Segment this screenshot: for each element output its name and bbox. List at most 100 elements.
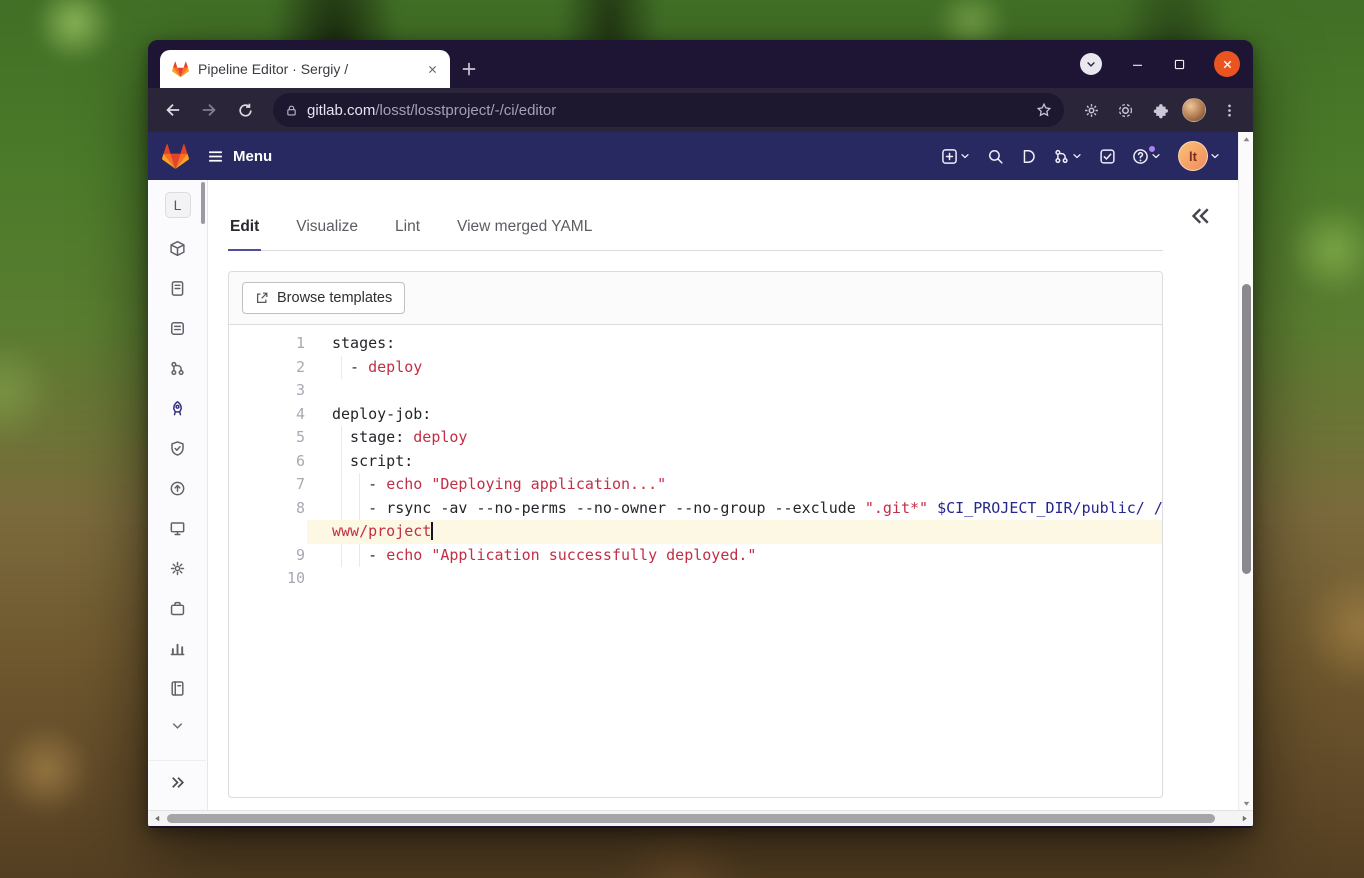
code-token: rsync -av --no-perms --no-owner --no-gro… bbox=[386, 499, 865, 517]
line-number[interactable]: 8 bbox=[229, 497, 307, 521]
line-number[interactable]: 9 bbox=[229, 544, 307, 568]
search-button[interactable] bbox=[984, 144, 1007, 169]
code-token: stages: bbox=[332, 334, 395, 352]
editor-card: Browse templates 1 stages: 2 - deploy34dep… bbox=[228, 271, 1163, 798]
browser-tabstrip: Pipeline Editor · Sergiy / bbox=[148, 40, 1253, 88]
scroll-right-icon[interactable] bbox=[1237, 811, 1251, 826]
chevron-down-icon bbox=[959, 150, 971, 162]
code-line-content[interactable]: - rsync -av --no-perms --no-owner --no-g… bbox=[307, 497, 1162, 521]
issues-button[interactable] bbox=[1017, 144, 1040, 169]
extension-gear-icon-2[interactable] bbox=[1110, 95, 1140, 125]
code-line-content[interactable]: - echo "Application successfully deploye… bbox=[307, 544, 1162, 568]
scroll-left-icon[interactable] bbox=[150, 811, 164, 826]
forward-icon[interactable] bbox=[193, 94, 225, 126]
sidebar-item-project-information[interactable] bbox=[148, 228, 207, 268]
question-icon bbox=[1132, 148, 1149, 165]
code-line-content[interactable]: deploy-job: bbox=[307, 403, 1162, 427]
extension-gear-icon-1[interactable] bbox=[1076, 95, 1106, 125]
indent-guide bbox=[341, 497, 342, 521]
issues-icon bbox=[169, 320, 186, 337]
sidebar-item-security-compliance[interactable] bbox=[148, 428, 207, 468]
scroll-up-icon[interactable] bbox=[1239, 132, 1253, 146]
tab-close-icon[interactable] bbox=[422, 59, 442, 79]
help-button[interactable] bbox=[1129, 144, 1165, 169]
line-number[interactable]: 6 bbox=[229, 450, 307, 474]
tab-visualize[interactable]: Visualize bbox=[294, 210, 360, 250]
sidebar-item-packages-registries[interactable] bbox=[148, 588, 207, 628]
page-horizontal-scrollbar[interactable] bbox=[148, 810, 1253, 826]
line-number[interactable]: 1 bbox=[229, 332, 307, 356]
bookmark-star-icon[interactable] bbox=[1036, 102, 1052, 118]
tab-search-icon[interactable] bbox=[1080, 53, 1102, 75]
sidebar-item-infrastructure[interactable] bbox=[148, 548, 207, 588]
todo-check-icon bbox=[1099, 148, 1116, 165]
code-row: 3 bbox=[229, 379, 1162, 403]
line-number[interactable]: 4 bbox=[229, 403, 307, 427]
sidebar-more-chevron-icon[interactable] bbox=[148, 708, 207, 742]
tab-view-merged-yaml[interactable]: View merged YAML bbox=[455, 210, 594, 250]
monitor-icon bbox=[169, 520, 186, 537]
hamburger-icon bbox=[207, 148, 224, 165]
horizontal-scrollbar-thumb[interactable] bbox=[167, 814, 1215, 823]
code-line-content[interactable]: script: bbox=[307, 450, 1162, 474]
code-line-content[interactable]: www/project bbox=[307, 520, 1162, 544]
right-rail bbox=[1163, 180, 1238, 810]
merge-requests-button[interactable] bbox=[1050, 144, 1086, 169]
line-number[interactable]: 3 bbox=[229, 379, 307, 403]
extensions-puzzle-icon[interactable] bbox=[1144, 95, 1174, 125]
user-menu-button[interactable]: lt bbox=[1175, 137, 1224, 175]
reload-icon[interactable] bbox=[229, 94, 261, 126]
browser-tab[interactable]: Pipeline Editor · Sergiy / bbox=[160, 50, 450, 88]
sidebar-scrollbar-thumb[interactable] bbox=[201, 182, 205, 224]
tab-lint[interactable]: Lint bbox=[393, 210, 422, 250]
sidebar-item-wiki[interactable] bbox=[148, 668, 207, 708]
code-token: echo "Deploying application..." bbox=[386, 475, 666, 493]
sidebar-item-issues[interactable] bbox=[148, 308, 207, 348]
todos-button[interactable] bbox=[1096, 144, 1119, 169]
code-line-content[interactable] bbox=[307, 567, 1162, 591]
back-icon[interactable] bbox=[157, 94, 189, 126]
line-number[interactable]: 10 bbox=[229, 567, 307, 591]
line-number[interactable]: 5 bbox=[229, 426, 307, 450]
yaml-editor[interactable]: 1 stages: 2 - deploy34deploy-job:5 stage: … bbox=[229, 325, 1162, 797]
desktop-wallpaper: Pipeline Editor · Sergiy / bbox=[0, 0, 1364, 878]
code-row: 10 bbox=[229, 567, 1162, 591]
sidebar-item-merge-requests[interactable] bbox=[148, 348, 207, 388]
sidebar-item-monitor[interactable] bbox=[148, 508, 207, 548]
maximize-button[interactable] bbox=[1172, 57, 1186, 71]
page-vertical-scrollbar[interactable] bbox=[1238, 132, 1253, 810]
close-button[interactable] bbox=[1214, 51, 1240, 77]
code-line-content[interactable]: - echo "Deploying application..." bbox=[307, 473, 1162, 497]
browser-profile-avatar[interactable] bbox=[1182, 98, 1206, 122]
code-line-content[interactable]: stage: deploy bbox=[307, 426, 1162, 450]
vertical-scrollbar-thumb[interactable] bbox=[1242, 284, 1251, 574]
code-line-content[interactable]: stages: bbox=[307, 332, 1162, 356]
sidebar-item-repository[interactable] bbox=[148, 268, 207, 308]
sidebar-item-deployments[interactable] bbox=[148, 468, 207, 508]
code-token: stage: bbox=[332, 428, 413, 446]
sidebar-expand-icon[interactable] bbox=[148, 760, 206, 804]
line-number[interactable]: 7 bbox=[229, 473, 307, 497]
code-line-content[interactable] bbox=[307, 379, 1162, 403]
menu-button[interactable]: Menu bbox=[207, 148, 272, 165]
new-tab-button[interactable] bbox=[460, 50, 478, 88]
sidebar-item-ci-cd[interactable] bbox=[148, 388, 207, 428]
code-line-content[interactable]: - deploy bbox=[307, 356, 1162, 380]
browse-templates-button[interactable]: Browse templates bbox=[242, 282, 405, 314]
project-avatar[interactable]: L bbox=[165, 192, 191, 218]
address-bar[interactable]: gitlab.com/losst/losstproject/-/ci/edito… bbox=[273, 93, 1064, 127]
line-number[interactable] bbox=[229, 520, 307, 544]
scroll-down-icon[interactable] bbox=[1239, 796, 1253, 810]
code-row: 5 stage: deploy bbox=[229, 426, 1162, 450]
sidebar-item-analytics[interactable] bbox=[148, 628, 207, 668]
gitlab-sidebar: L bbox=[148, 180, 208, 810]
book-icon bbox=[169, 680, 186, 697]
merge-request-gray-icon bbox=[169, 360, 186, 377]
line-number[interactable]: 2 bbox=[229, 356, 307, 380]
collapse-drawer-icon[interactable] bbox=[1189, 204, 1213, 228]
new-menu-button[interactable] bbox=[938, 144, 974, 169]
tab-edit[interactable]: Edit bbox=[228, 210, 261, 250]
browser-menu-kebab-icon[interactable] bbox=[1214, 95, 1244, 125]
gitlab-logo[interactable] bbox=[162, 143, 189, 170]
minimize-button[interactable] bbox=[1130, 57, 1144, 71]
